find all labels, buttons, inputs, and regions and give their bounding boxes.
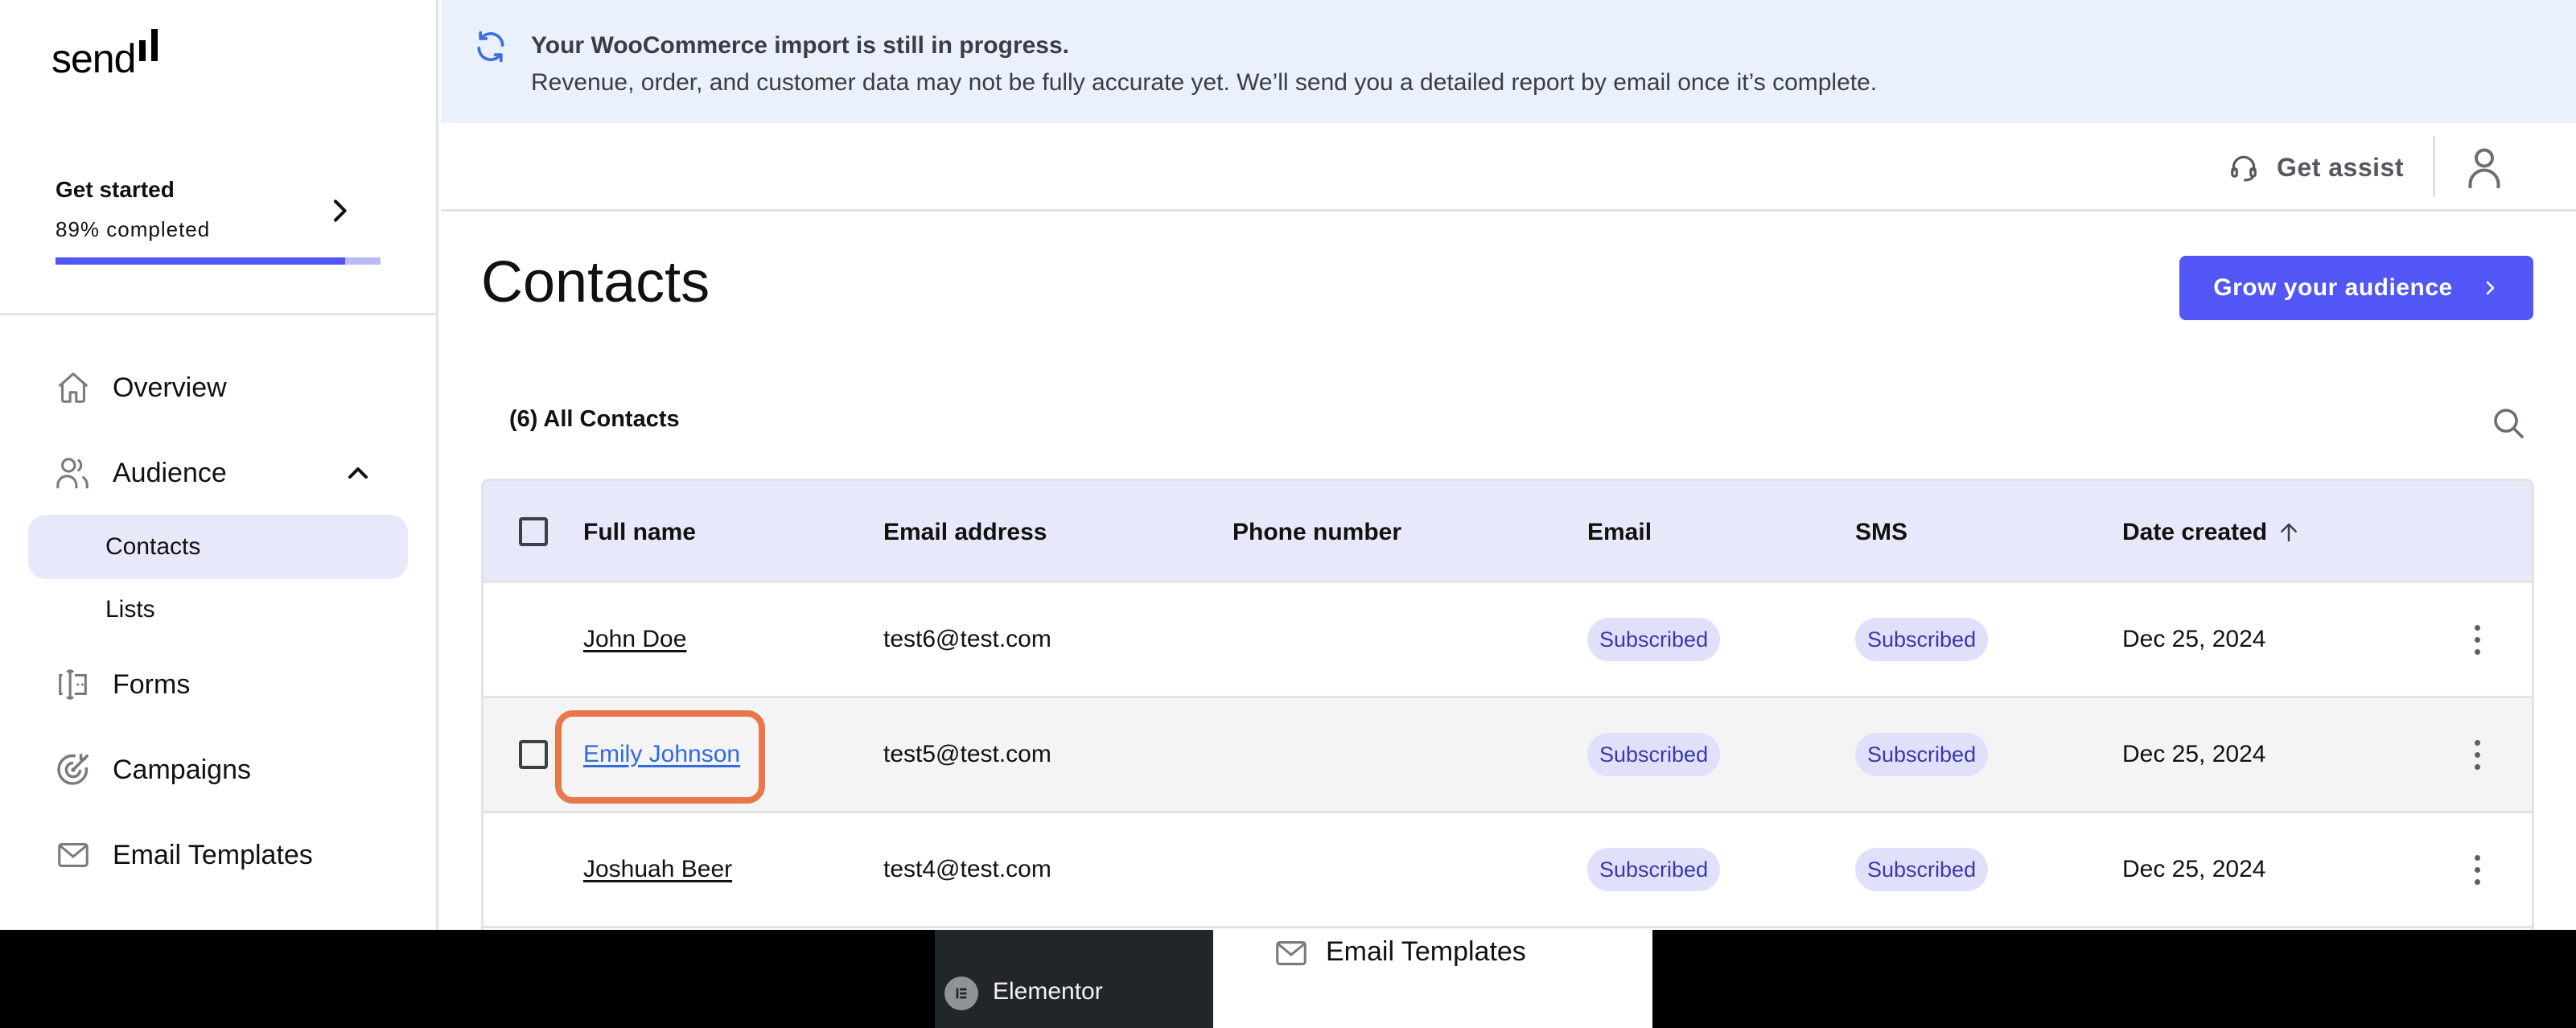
email-status-badge: Subscribed [1587,733,1721,776]
row-more-options-icon[interactable] [2461,730,2493,779]
column-header-label: Full name [583,518,697,545]
sidebar-item-forms[interactable]: Forms [0,652,438,717]
top-bar: Get assist [441,123,2576,212]
search-icon[interactable] [2489,404,2528,442]
import-progress-banner: Your WooCommerce import is still in prog… [441,0,2576,123]
table-header: Full name Email address Phone number Ema… [484,481,2532,583]
row-more-options-icon[interactable] [2461,615,2493,664]
contact-name-link[interactable]: John Doe [583,626,686,653]
column-header-label: Phone number [1232,518,1402,545]
date-created: Dec 25, 2024 [2122,856,2266,882]
banner-title: Your WooCommerce import is still in prog… [531,32,1070,59]
user-account-icon[interactable] [2460,144,2508,192]
sidebar-item-email-templates[interactable]: Email Templates [0,823,438,887]
get-assist-label: Get assist [2277,152,2404,182]
sidebar-item-label: Audience [113,457,227,488]
dock-item-label: Email Templates [1326,936,1526,967]
form-icon [59,669,87,700]
column-header-label: SMS [1855,518,1908,545]
email-status-badge: Subscribed [1587,848,1721,891]
dock-item-label: Elementor [993,978,1103,1005]
sort-ascending-arrow-icon[interactable] [2277,520,2301,545]
sidebar-item-overview[interactable]: Overview [0,356,438,420]
elementor-icon [944,977,978,1010]
sidebar-item-label: Email Templates [113,839,313,870]
mail-icon [1276,941,1307,965]
date-created: Dec 25, 2024 [2122,626,2266,652]
progress-bar-fill [56,257,345,265]
get-started-progress-bar [56,257,381,265]
get-started-title: Get started [56,177,175,202]
contacts-table: Full name Email address Phone number Ema… [481,479,2534,930]
banner-text: Revenue, order, and customer data may no… [531,69,1878,96]
column-header-label: Email address [883,518,1047,545]
dock-item-email-templates[interactable]: Email Templates [1213,930,1652,1028]
sidebar-item-label: Overview [113,372,227,403]
sidebar-item-campaigns[interactable]: Campaigns [0,738,438,802]
table-row[interactable]: John Doe test6@test.com Subscribed Subsc… [484,583,2532,698]
sidebar: send Get started 89% completed Overview … [0,0,438,930]
get-started-card[interactable]: Get started 89% completed [0,161,438,315]
sms-status-badge: Subscribed [1855,733,1989,776]
sms-status-badge: Subscribed [1855,618,1989,661]
sidebar-item-audience[interactable]: Audience [0,441,438,505]
sync-icon [477,31,504,63]
column-header-email[interactable]: Email [1587,481,1652,583]
row-checkbox[interactable] [519,740,548,769]
contact-email: test6@test.com [883,626,1051,652]
contact-name-link[interactable]: Emily Johnson [583,741,740,768]
sidebar-subitem-contacts[interactable]: Contacts [28,515,408,579]
get-started-progress-text: 89% completed [56,217,211,241]
contact-name-link[interactable]: Joshuah Beer [583,856,732,883]
get-assist-button[interactable]: Get assist [2228,147,2404,187]
mail-icon [58,843,88,867]
column-header-label: Date created [2122,518,2268,545]
row-more-options-icon[interactable] [2461,845,2493,894]
contact-email: test5@test.com [883,741,1051,767]
column-header-phone-number[interactable]: Phone number [1232,481,1401,583]
sidebar-subitem-lists[interactable]: Lists [28,578,408,642]
column-header-sms[interactable]: SMS [1855,481,1907,583]
chevron-right-icon [2486,281,2495,295]
grow-your-audience-button[interactable]: Grow your audience [2179,256,2533,320]
contacts-count: (6) All Contacts [509,406,680,432]
column-header-full-name[interactable]: Full name [583,481,696,583]
chevron-up-icon[interactable] [342,457,374,489]
select-all-checkbox[interactable] [519,517,548,546]
logo-text: send [51,36,136,81]
sidebar-item-label: Forms [113,668,191,700]
headset-icon [2231,155,2257,182]
logo-mark-icon [139,29,158,61]
table-row[interactable]: Joshuah Beer test4@test.com Subscribed S… [484,813,2532,928]
home-icon [58,372,88,403]
sidebar-subitem-label: Contacts [105,533,201,560]
email-status-badge: Subscribed [1587,618,1721,661]
column-header-label: Email [1587,518,1652,545]
sidebar-subitem-label: Lists [105,596,155,623]
sms-status-badge: Subscribed [1855,848,1989,891]
topbar-divider [2433,136,2435,197]
table-row[interactable]: Emily Johnson test5@test.com Subscribed … [484,698,2532,813]
users-icon [56,458,88,489]
dock-item-elementor[interactable]: Elementor [935,930,1213,1028]
grow-your-audience-label: Grow your audience [2213,274,2453,301]
column-header-date-created[interactable]: Date created [2122,481,2301,583]
target-icon [57,754,88,785]
send-logo[interactable]: send [51,29,158,79]
chevron-right-icon[interactable] [323,195,356,227]
column-header-email-address[interactable]: Email address [883,481,1047,583]
page-title: Contacts [481,250,710,315]
contact-email: test4@test.com [883,856,1051,882]
sidebar-item-label: Campaigns [113,754,251,785]
bottom-dock: Elementor Email Templates [0,930,2576,1028]
date-created: Dec 25, 2024 [2122,741,2266,767]
